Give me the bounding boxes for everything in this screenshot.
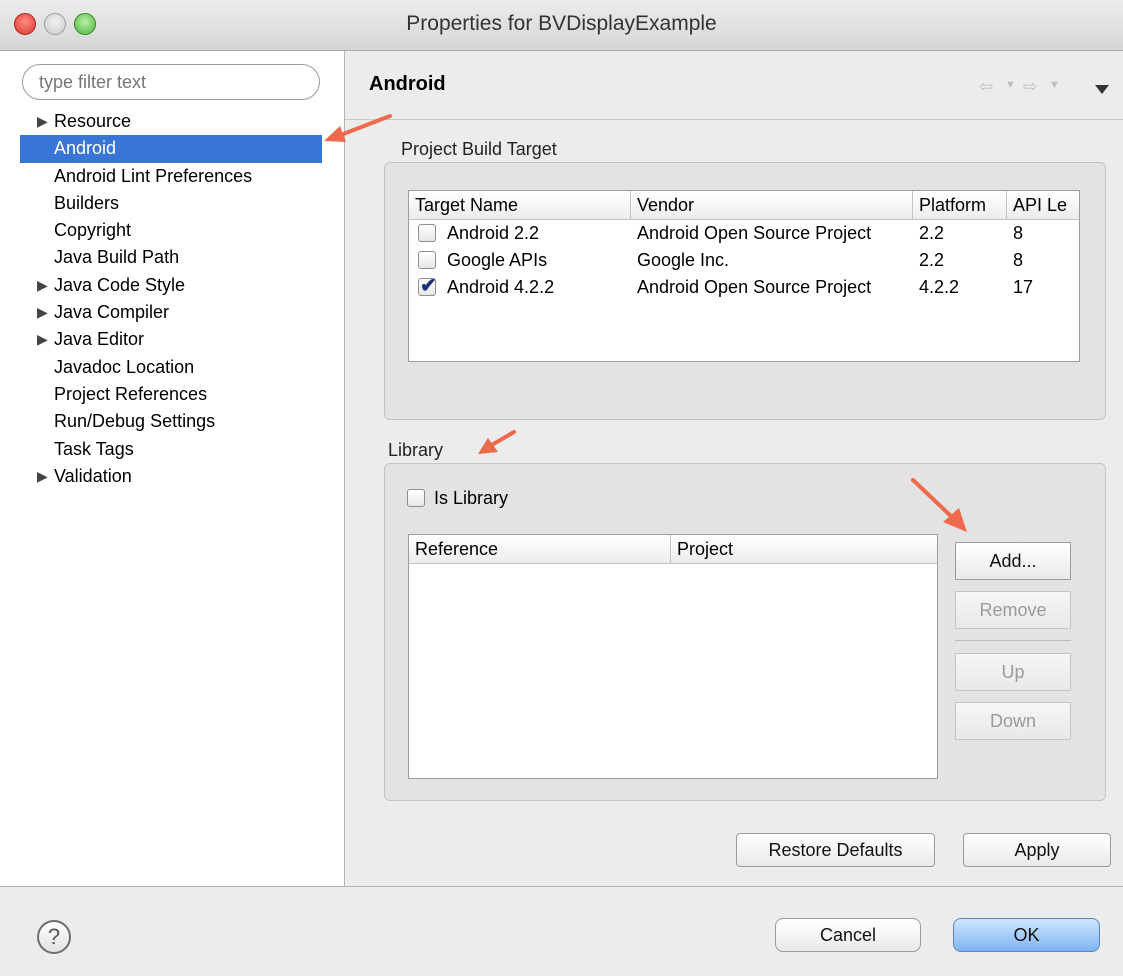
- tree-item-android[interactable]: Android: [20, 135, 322, 163]
- chevron-down-icon[interactable]: ▼: [1049, 79, 1060, 91]
- window-title: Properties for BVDisplayExample: [406, 12, 717, 35]
- column-header-reference[interactable]: Reference: [409, 535, 671, 563]
- tree-item-label: Run/Debug Settings: [54, 411, 216, 432]
- column-header-api-level[interactable]: API Le: [1007, 191, 1079, 219]
- tree-item-javadoc-location[interactable]: Javadoc Location: [20, 354, 322, 381]
- property-page-content: Android ⇦ ▼ ⇨ ▼ Project Build Target Tar…: [345, 51, 1123, 886]
- chevron-down-icon[interactable]: ▼: [1005, 79, 1016, 91]
- tree-item-validation[interactable]: ▶ Validation: [20, 463, 322, 490]
- property-page-tree: ▶ Resource Android Android Lint Preferences…: [20, 108, 322, 490]
- cell-name: Android 2.2: [447, 223, 540, 243]
- tree-item-label: Java Code Style: [54, 274, 186, 295]
- cell-api: 8: [1013, 223, 1024, 243]
- tree-item-project-references[interactable]: Project References: [20, 381, 322, 408]
- cell-vendor: Google Inc.: [637, 250, 730, 270]
- annotation-arrow-library: [478, 430, 516, 454]
- properties-dialog: Properties for BVDisplayExample ▶ Resourc…: [0, 0, 1123, 976]
- tree-item-android-lint-preferences[interactable]: Android Lint Preferences: [20, 163, 322, 190]
- tree-item-label: Builders: [54, 192, 120, 213]
- cell-platform: 4.2.2: [919, 277, 960, 297]
- tree-item-java-code-style[interactable]: ▶ Java Code Style: [20, 272, 322, 299]
- tree-item-task-tags[interactable]: Task Tags: [20, 436, 322, 463]
- tree-item-label: Java Build Path: [54, 247, 180, 268]
- table-row[interactable]: ✔ Android 4.2.2 Android Open Source Projec…: [409, 274, 1079, 301]
- disclosure-triangle-icon[interactable]: ▶: [37, 463, 48, 490]
- build-target-table[interactable]: Target Name Vendor Platform API Le Andro…: [408, 190, 1080, 362]
- button-separator: [955, 640, 1071, 641]
- forward-arrow-icon[interactable]: ⇨: [1023, 77, 1037, 97]
- tree-item-label: Resource: [54, 111, 132, 131]
- column-header-vendor[interactable]: Vendor: [631, 191, 913, 219]
- checkmark-icon: ✔: [420, 275, 437, 297]
- tree-item-label: Project References: [54, 383, 208, 404]
- disclosure-triangle-icon[interactable]: ▶: [37, 108, 48, 135]
- tree-item-run-debug-settings[interactable]: Run/Debug Settings: [20, 408, 322, 435]
- remove-library-button[interactable]: Remove: [955, 591, 1071, 629]
- tree-item-label: Copyright: [54, 220, 132, 241]
- cell-api: 8: [1013, 250, 1024, 270]
- tree-item-resource[interactable]: ▶ Resource: [20, 108, 322, 135]
- disclosure-triangle-icon[interactable]: ▶: [37, 299, 48, 326]
- cell-name: Android 4.2.2: [447, 277, 555, 297]
- tree-item-label: Validation: [54, 465, 132, 486]
- title-bar[interactable]: Properties for BVDisplayExample: [0, 0, 1123, 51]
- help-icon[interactable]: ?: [37, 920, 71, 954]
- build-target-group-label: Project Build Target: [401, 139, 557, 159]
- table-row[interactable]: Android 2.2 Android Open Source Project 2.…: [409, 220, 1079, 247]
- footer-divider: [0, 886, 1123, 887]
- tree-item-java-compiler[interactable]: ▶ Java Compiler: [20, 299, 322, 326]
- header-divider: [345, 119, 1123, 120]
- cell-api: 17: [1013, 277, 1034, 297]
- target-checkbox[interactable]: ✔: [418, 275, 437, 297]
- is-library-label[interactable]: Is Library: [434, 485, 508, 512]
- column-header-target-name[interactable]: Target Name: [409, 191, 631, 219]
- annotation-arrow-android: [324, 114, 392, 142]
- tree-item-copyright[interactable]: Copyright: [20, 217, 322, 244]
- page-title: Android: [369, 73, 446, 95]
- cell-platform: 2.2: [919, 223, 945, 243]
- cell-vendor: Android Open Source Project: [637, 223, 872, 243]
- tree-item-label: Java Compiler: [54, 302, 170, 323]
- tree-item-label: Task Tags: [54, 438, 134, 459]
- build-target-table-header: Target Name Vendor Platform API Le: [409, 191, 1079, 220]
- add-library-button[interactable]: Add...: [955, 542, 1071, 580]
- target-checkbox[interactable]: [418, 224, 436, 242]
- tree-item-label: Javadoc Location: [54, 356, 195, 377]
- table-row[interactable]: Google APIs Google Inc. 2.2 8: [409, 247, 1079, 274]
- is-library-checkbox[interactable]: [407, 489, 425, 507]
- cell-platform: 2.2: [919, 250, 945, 270]
- cancel-button[interactable]: Cancel: [775, 918, 921, 952]
- ok-button[interactable]: OK: [953, 918, 1100, 952]
- tree-item-builders[interactable]: Builders: [20, 190, 322, 217]
- apply-button[interactable]: Apply: [963, 833, 1111, 867]
- move-down-button[interactable]: Down: [955, 702, 1071, 740]
- disclosure-triangle-icon[interactable]: ▶: [37, 326, 48, 353]
- column-header-project[interactable]: Project: [671, 535, 937, 563]
- cell-vendor: Android Open Source Project: [637, 277, 872, 297]
- tree-item-java-build-path[interactable]: Java Build Path: [20, 244, 322, 271]
- restore-defaults-button[interactable]: Restore Defaults: [736, 833, 935, 867]
- target-checkbox[interactable]: [418, 251, 436, 269]
- disclosure-triangle-icon[interactable]: ▶: [37, 272, 48, 299]
- tree-item-java-editor[interactable]: ▶ Java Editor: [20, 326, 322, 353]
- back-arrow-icon[interactable]: ⇦: [979, 77, 993, 97]
- property-page-tree-pane: ▶ Resource Android Android Lint Preferences…: [0, 51, 345, 886]
- annotation-arrow-add: [911, 478, 967, 532]
- column-header-platform[interactable]: Platform: [913, 191, 1007, 219]
- tree-item-label: Android Lint Preferences: [54, 165, 253, 186]
- library-reference-table[interactable]: Reference Project: [408, 534, 938, 779]
- move-up-button[interactable]: Up: [955, 653, 1071, 691]
- library-group-label: Library: [388, 440, 444, 460]
- library-table-header: Reference Project: [409, 535, 937, 564]
- cell-name: Google APIs: [447, 250, 548, 270]
- view-menu-icon[interactable]: [1095, 85, 1109, 94]
- tree-item-label: Android: [54, 138, 117, 159]
- filter-input[interactable]: [22, 64, 320, 100]
- tree-item-label: Java Editor: [54, 329, 145, 350]
- page-navigation: ⇦ ▼ ⇨ ▼: [979, 77, 1109, 101]
